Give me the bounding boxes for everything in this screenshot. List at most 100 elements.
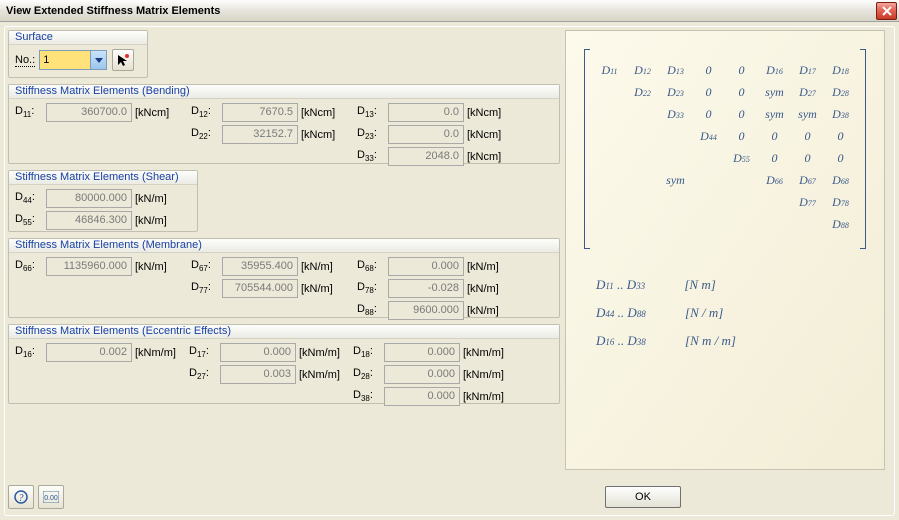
group-label-surface: Surface [9,31,147,45]
matrix-cell [593,81,626,103]
label-d13: D13: [357,105,385,119]
value-d23: 0.0 [388,125,464,144]
matrix-cell: 0 [791,147,824,169]
matrix-cell: sym [791,103,824,125]
unit-knm: [kN/m] [135,193,177,205]
matrix-cell [758,191,791,213]
matrix-cell: D33 [659,103,692,125]
label-d17: D17: [189,345,217,359]
group-membrane: Stiffness Matrix Elements (Membrane) D66… [8,238,560,318]
matrix-cell [692,169,725,191]
value-d78: -0.028 [388,279,464,298]
unit-kncm: [kNcm] [467,107,509,119]
matrix-cell [626,213,659,235]
close-icon [882,6,892,16]
close-button[interactable] [876,2,897,20]
value-d28: 0.000 [384,365,460,384]
matrix-cell: D38 [824,103,857,125]
value-d67: 35955.400 [222,257,298,276]
label-d77: D77: [191,281,219,295]
pick-surface-button[interactable] [112,49,134,71]
units-button[interactable]: 0.00 [38,485,64,509]
matrix-cell [758,213,791,235]
value-d88: 9600.000 [388,301,464,320]
matrix-cell: 0 [725,81,758,103]
surface-no-label: No.: [15,54,35,67]
matrix-cell [593,169,626,191]
matrix-cell: D18 [824,59,857,81]
unit-knm: [kN/m] [301,283,343,295]
matrix-cell: D16 [758,59,791,81]
value-d22: 32152.7 [222,125,298,144]
group-label-eccentric: Stiffness Matrix Elements (Eccentric Eff… [9,325,559,339]
matrix-cell [626,103,659,125]
unit-knm: [kN/m] [467,283,509,295]
matrix-cell [593,191,626,213]
value-d12: 7670.5 [222,103,298,122]
unit-kncm: [kNcm] [467,151,509,163]
unit-knmm: [kNm/m] [299,347,347,359]
chevron-down-icon [90,51,106,69]
label-d22: D22: [191,127,219,141]
matrix-cell: 0 [725,59,758,81]
matrix-cell [626,147,659,169]
matrix-cell: 0 [824,147,857,169]
matrix-legend: D11 .. D33 [N m] D44 .. D88 [N / m] D16 … [596,277,884,349]
matrix-cell: D44 [692,125,725,147]
matrix-cell: D27 [791,81,824,103]
svg-text:0.00: 0.00 [44,495,58,502]
help-button[interactable]: ? [8,485,34,509]
surface-combo[interactable]: 1 [39,50,107,70]
value-d27: 0.003 [220,365,296,384]
value-d66: 1135960.000 [46,257,132,276]
value-d44: 80000.000 [46,189,132,208]
matrix-cell [791,213,824,235]
matrix-cell: 0 [692,103,725,125]
matrix-cell [626,169,659,191]
matrix-cell: D12 [626,59,659,81]
matrix-cell [659,213,692,235]
group-label-shear: Stiffness Matrix Elements (Shear) [9,171,197,185]
label-d67: D67: [191,259,219,273]
group-eccentric: Stiffness Matrix Elements (Eccentric Eff… [8,324,560,404]
matrix-cell: D13 [659,59,692,81]
ok-button[interactable]: OK [605,486,681,508]
window-title: View Extended Stiffness Matrix Elements [6,5,220,17]
decimals-icon: 0.00 [43,491,59,503]
unit-knm: [kN/m] [467,261,509,273]
matrix-cell: D68 [824,169,857,191]
unit-knm: [kN/m] [467,305,509,317]
value-d18: 0.000 [384,343,460,362]
value-d13: 0.0 [388,103,464,122]
group-surface: Surface No.: 1 [8,30,148,78]
unit-knmm: [kNm/m] [463,369,511,381]
matrix-cell: sym [659,169,692,191]
matrix-cell [593,125,626,147]
unit-kncm: [kNcm] [301,107,343,119]
unit-kncm: [kNcm] [301,129,343,141]
matrix-cell [593,147,626,169]
matrix-cell: D66 [758,169,791,191]
unit-kncm: [kNcm] [467,129,509,141]
unit-knmm: [kNm/m] [463,347,511,359]
matrix-cell [626,191,659,213]
matrix-cell [725,191,758,213]
group-label-bending: Stiffness Matrix Elements (Bending) [9,85,559,99]
unit-knm: [kN/m] [301,261,343,273]
matrix-cell: 0 [758,125,791,147]
label-d88: D88: [357,303,385,317]
matrix-cell: sym [758,103,791,125]
matrix-cell: D78 [824,191,857,213]
matrix-cell [626,125,659,147]
matrix-cell: 0 [791,125,824,147]
matrix-cell: 0 [725,125,758,147]
label-d27: D27: [189,367,217,381]
cursor-icon [116,53,130,67]
label-d33: D33: [357,149,385,163]
label-d12: D12: [191,105,219,119]
matrix-cell: 0 [692,59,725,81]
value-d68: 0.000 [388,257,464,276]
matrix-cell: 0 [824,125,857,147]
matrix-cell: 0 [758,147,791,169]
matrix-cell [725,169,758,191]
